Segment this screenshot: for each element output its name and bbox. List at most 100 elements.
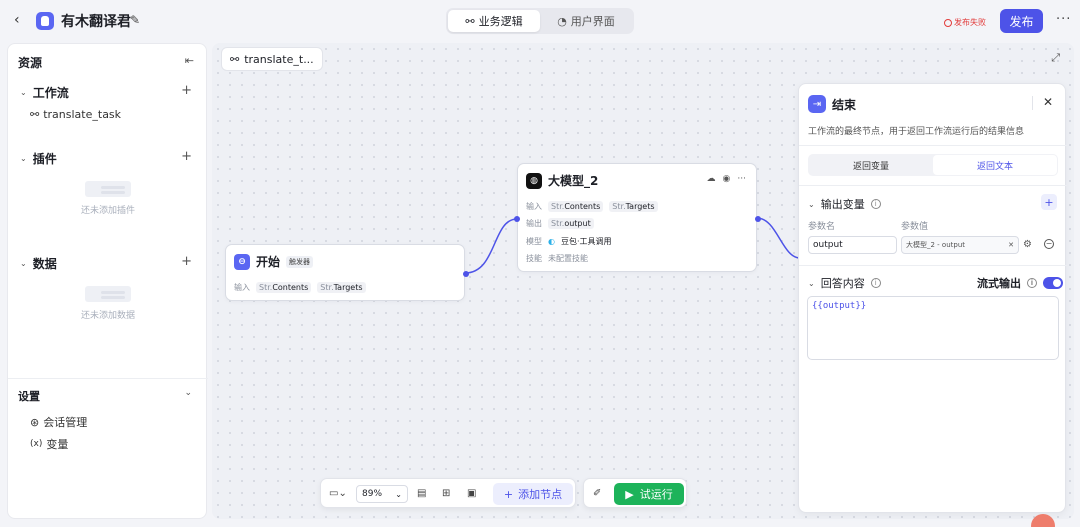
row-label: 输入: [234, 283, 250, 292]
sidebar-title: 资源: [18, 56, 43, 70]
answer-content-editor[interactable]: {{output}}: [807, 296, 1059, 360]
param-value-label: 参数值: [901, 222, 929, 232]
sidebar-section-workflow[interactable]: ⌄ 工作流: [20, 84, 69, 101]
sidebar-item-variables[interactable]: (x) 变量: [30, 436, 68, 452]
publish-status: 发布失败: [944, 17, 986, 28]
mode-return-text[interactable]: 返回文本: [933, 155, 1057, 175]
remove-variable-icon[interactable]: −: [1044, 239, 1054, 249]
llm-node-model: 模型 ◐ 豆包·工具调用: [526, 236, 612, 247]
add-plugin-button[interactable]: +: [181, 149, 192, 164]
sidebar-item-translate-task[interactable]: ⚯ translate_task: [30, 108, 121, 121]
resource-sidebar: 资源 ⇤ ⌄ 工作流 + ⚯ translate_task ⌄ 插件 + 还未添…: [7, 43, 208, 519]
divider: [799, 185, 1067, 186]
param-value-reference[interactable]: 大模型_2 - output ✕: [901, 236, 1019, 254]
section-label: 插件: [32, 152, 57, 166]
answer-content-section[interactable]: ⌄ 回答内容 i: [808, 275, 881, 291]
input-port[interactable]: [514, 216, 520, 222]
llm-node-skill: 技能 未配置技能: [526, 253, 588, 264]
reference-text: 大模型_2 - output: [906, 241, 966, 249]
app-logo: [36, 12, 54, 30]
run-node-icon[interactable]: ◉: [723, 174, 731, 184]
section-label: 回答内容: [820, 277, 865, 290]
param-name-input[interactable]: output: [808, 236, 897, 254]
palette-icon: ◔: [557, 14, 567, 28]
row-label: 模型: [526, 237, 542, 246]
divider: [8, 378, 208, 379]
close-icon[interactable]: ✕: [1043, 95, 1053, 109]
canvas-toolbar: ▭⌄ 89% ⌄ ▤ ⊞ ▣ + 添加节点: [320, 478, 576, 508]
section-label: 输出变量: [820, 198, 865, 211]
run-toolbar: ✐ ▶ 试运行: [583, 478, 687, 508]
publish-status-text: 发布失败: [954, 18, 986, 27]
info-icon[interactable]: i: [1027, 278, 1037, 288]
collapse-sidebar-icon[interactable]: ⇤: [185, 54, 194, 67]
stream-output-control: 流式输出 i: [977, 275, 1063, 291]
sidebar-section-data[interactable]: ⌄ 数据: [20, 255, 57, 272]
zoom-select[interactable]: 89% ⌄: [356, 485, 408, 503]
panel-description: 工作流的最终节点，用于返回工作流运行后的结果信息: [808, 127, 1025, 137]
tab-label: 用户界面: [570, 15, 615, 28]
edge-llm-to-end: [756, 217, 801, 259]
mode-return-variable[interactable]: 返回变量: [809, 155, 933, 175]
llm-node[interactable]: ◍ 大模型_2 ☁ ◉ ··· 输入 Str.Contents Str.Targ…: [514, 163, 761, 272]
variable-icon: (x): [30, 439, 43, 449]
param-chip: Str.Targets: [609, 201, 658, 212]
more-icon[interactable]: ···: [737, 174, 746, 184]
model-value: 豆包·工具调用: [560, 237, 612, 246]
row-label: 输入: [526, 202, 542, 211]
llm-node-outputs: 输出 Str.output: [526, 218, 594, 229]
llm-node-header: ◍ 大模型_2: [526, 172, 598, 189]
skill-value: 未配置技能: [548, 254, 588, 263]
sidebar-section-plugin[interactable]: ⌄ 插件: [20, 150, 57, 167]
add-workflow-button[interactable]: +: [181, 83, 192, 98]
divider: [799, 265, 1067, 266]
tab-business-logic[interactable]: ⚯ 业务逻辑: [448, 10, 540, 32]
publish-button[interactable]: 发布: [1000, 9, 1043, 33]
minimap-icon[interactable]: ▭⌄: [329, 488, 347, 499]
chevron-down-icon: ⌄: [808, 199, 815, 209]
add-node-label: 添加节点: [518, 488, 563, 501]
sidebar-item-chat-manage[interactable]: ⊛ 会话管理: [30, 414, 87, 430]
note-icon[interactable]: ▣: [467, 488, 476, 499]
chat-manage-icon: ⊛: [30, 415, 40, 429]
stream-output-toggle[interactable]: [1043, 277, 1063, 289]
chevron-down-icon[interactable]: ⌄: [184, 388, 192, 398]
chevron-left-icon[interactable]: ‹: [14, 12, 28, 30]
node-title: 大模型_2: [548, 174, 599, 188]
gear-icon[interactable]: ⚙: [1023, 239, 1032, 250]
cloud-icon[interactable]: ☁: [707, 174, 716, 184]
add-data-button[interactable]: +: [181, 254, 192, 269]
layout-icon[interactable]: ⊞: [442, 488, 450, 499]
plugin-empty-state: 还未添加插件: [8, 181, 208, 216]
start-node-header: ⊖ 开始 触发器: [234, 253, 314, 270]
param-chip: Str.Contents: [548, 201, 604, 212]
stream-label: 流式输出: [977, 277, 1021, 290]
output-port[interactable]: [463, 271, 469, 277]
data-empty-state: 还未添加数据: [8, 286, 208, 321]
more-icon[interactable]: ···: [1056, 12, 1071, 27]
add-node-button[interactable]: + 添加节点: [493, 483, 573, 505]
debug-icon[interactable]: ✐: [593, 488, 601, 499]
divider: [1032, 96, 1033, 110]
llm-node-inputs: 输入 Str.Contents Str.Targets: [526, 201, 658, 212]
settings-section-title[interactable]: 设置: [18, 388, 40, 404]
empty-illustration: [85, 286, 131, 302]
edit-icon[interactable]: ✎: [130, 13, 140, 27]
row-label: 输出: [526, 219, 542, 228]
model-logo-icon: ◐: [548, 237, 555, 246]
start-icon: ⊖: [234, 253, 250, 270]
info-icon[interactable]: i: [870, 278, 881, 288]
clear-icon[interactable]: ✕: [1008, 241, 1014, 249]
start-node[interactable]: ⊖ 开始 触发器 输入 Str.Contents Str.Targets: [225, 244, 469, 301]
tab-user-interface[interactable]: ◔ 用户界面: [540, 10, 632, 32]
output-port[interactable]: [755, 216, 761, 222]
tab-label: 业务逻辑: [478, 15, 523, 28]
divider: [799, 145, 1067, 146]
add-variable-button[interactable]: +: [1041, 194, 1057, 210]
trigger-badge: 触发器: [286, 255, 314, 268]
zoom-value: 89%: [362, 489, 383, 499]
output-variables-section[interactable]: ⌄ 输出变量 i: [808, 196, 881, 212]
info-icon[interactable]: i: [870, 199, 881, 209]
comment-icon[interactable]: ▤: [417, 488, 426, 499]
test-run-button[interactable]: ▶ 试运行: [614, 483, 684, 505]
